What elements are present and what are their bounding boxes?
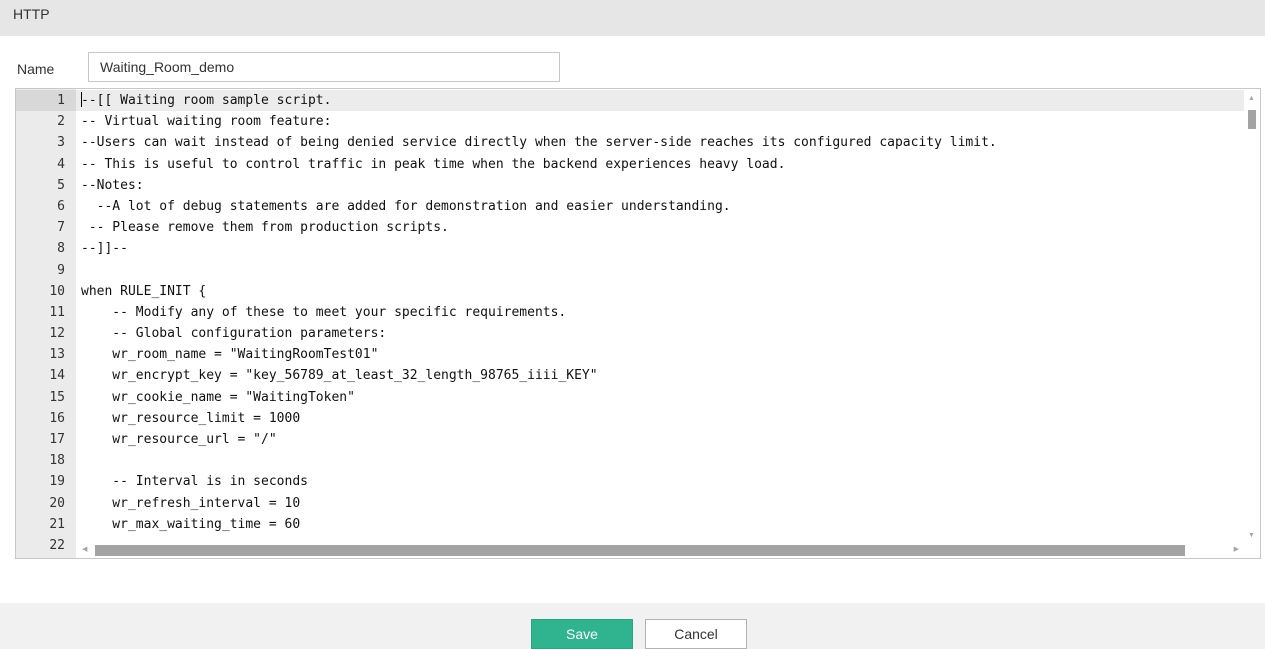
- horizontal-scrollbar[interactable]: ◀ ▶: [76, 542, 1245, 558]
- name-input[interactable]: [88, 52, 560, 82]
- code-line[interactable]: 20 wr_refresh_interval = 10: [16, 493, 1245, 514]
- line-number: 20: [49, 495, 65, 511]
- code-text[interactable]: -- This is useful to control traffic in …: [81, 154, 785, 175]
- code-line[interactable]: 13 wr_room_name = "WaitingRoomTest01": [16, 344, 1245, 365]
- code-line[interactable]: 4 -- This is useful to control traffic in…: [16, 154, 1245, 175]
- code-line-text: wr_room_name = "WaitingRoomTest01": [81, 347, 379, 363]
- vertical-scroll-thumb[interactable]: [1248, 110, 1256, 129]
- code-line[interactable]: 21 wr_max_waiting_time = 60: [16, 514, 1245, 535]
- line-number: 15: [49, 389, 65, 405]
- code-text[interactable]: wr_resource_limit = 1000: [81, 408, 300, 429]
- section-header: HTTP: [0, 0, 1265, 36]
- code-line[interactable]: 9: [16, 260, 1245, 281]
- line-number: 5: [57, 177, 65, 193]
- code-line[interactable]: 2 -- Virtual waiting room feature:: [16, 111, 1245, 132]
- code-line-text: wr_resource_limit = 1000: [81, 410, 301, 426]
- code-lines[interactable]: 1 --[[ Waiting room sample script. 2 -- Vir…: [16, 90, 1245, 556]
- caret-up-icon[interactable]: ▲: [1248, 95, 1255, 103]
- code-line[interactable]: 3 --Users can wait instead of being denie…: [16, 132, 1245, 153]
- code-line-text: -- This is useful to control traffic in …: [81, 156, 786, 172]
- line-number: 8: [57, 241, 65, 257]
- line-number: 10: [49, 283, 65, 299]
- code-text[interactable]: wr_cookie_name = "WaitingToken": [81, 387, 355, 408]
- line-number: 18: [49, 453, 65, 469]
- code-text[interactable]: wr_resource_url = "/": [81, 429, 277, 450]
- code-line[interactable]: 14 wr_encrypt_key = "key_56789_at_least_…: [16, 365, 1245, 386]
- code-line[interactable]: 16 wr_resource_limit = 1000: [16, 408, 1245, 429]
- code-line-text: --[[ Waiting room sample script.: [81, 93, 332, 108]
- code-line-text: --Users can wait instead of being denied…: [81, 135, 997, 151]
- code-text[interactable]: wr_room_name = "WaitingRoomTest01": [81, 344, 378, 365]
- code-line-text: wr_refresh_interval = 10: [81, 495, 301, 511]
- code-line[interactable]: 15 wr_cookie_name = "WaitingToken": [16, 387, 1245, 408]
- line-number: 13: [49, 347, 65, 363]
- code-line[interactable]: 11 -- Modify any of these to meet your s…: [16, 302, 1245, 323]
- code-line-text: wr_encrypt_key = "key_56789_at_least_32_…: [81, 368, 598, 384]
- cancel-button[interactable]: Cancel: [645, 619, 747, 649]
- code-text[interactable]: --]]--: [81, 238, 128, 259]
- code-line-text: --]]--: [81, 241, 128, 257]
- code-line-text: -- Global configuration parameters:: [81, 326, 387, 342]
- code-line-text: -- Modify any of these to meet your spec…: [81, 304, 567, 320]
- caret-left-icon[interactable]: ◀: [82, 546, 87, 554]
- code-line-text: -- Please remove them from production sc…: [81, 220, 449, 236]
- code-line[interactable]: 7 -- Please remove them from production …: [16, 217, 1245, 238]
- code-text[interactable]: --[[ Waiting room sample script.: [81, 90, 331, 111]
- code-line[interactable]: 19 -- Interval is in seconds: [16, 471, 1245, 492]
- code-line-text: --A lot of debug statements are added fo…: [81, 198, 731, 214]
- horizontal-scroll-thumb[interactable]: [95, 545, 1185, 556]
- code-line[interactable]: 8 --]]--: [16, 238, 1245, 259]
- save-button[interactable]: Save: [531, 619, 633, 649]
- code-line[interactable]: 6 --A lot of debug statements are added …: [16, 196, 1245, 217]
- line-number: 4: [57, 156, 65, 172]
- code-line-text: when RULE_INIT {: [81, 283, 207, 299]
- caret-right-icon[interactable]: ▶: [1234, 546, 1239, 554]
- section-title: HTTP: [13, 6, 50, 22]
- code-text[interactable]: -- Please remove them from production sc…: [81, 217, 449, 238]
- code-line[interactable]: 1 --[[ Waiting room sample script.: [16, 90, 1245, 112]
- code-text[interactable]: -- Virtual waiting room feature:: [81, 111, 331, 132]
- code-line[interactable]: 17 wr_resource_url = "/": [16, 429, 1245, 450]
- line-number: 19: [49, 474, 65, 490]
- line-number: 3: [57, 135, 65, 151]
- line-number: 22: [49, 537, 65, 553]
- code-line-text: wr_cookie_name = "WaitingToken": [81, 389, 355, 405]
- line-number: 1: [16, 90, 76, 112]
- vertical-scrollbar[interactable]: ▲ ▼: [1244, 89, 1260, 544]
- code-text[interactable]: -- Interval is in seconds: [81, 471, 308, 492]
- code-text[interactable]: --Users can wait instead of being denied…: [81, 132, 997, 153]
- script-editor[interactable]: 1 --[[ Waiting room sample script. 2 -- Vir…: [15, 88, 1261, 559]
- code-line-text: wr_resource_url = "/": [81, 432, 277, 447]
- code-text[interactable]: wr_refresh_interval = 10: [81, 493, 300, 514]
- code-line[interactable]: 12 -- Global configuration parameters:: [16, 323, 1245, 344]
- caret-down-icon[interactable]: ▼: [1248, 532, 1255, 540]
- code-text[interactable]: --Notes:: [81, 175, 144, 196]
- code-text[interactable]: wr_encrypt_key = "key_56789_at_least_32_…: [81, 365, 598, 386]
- code-text[interactable]: -- Modify any of these to meet your spec…: [81, 302, 566, 323]
- line-number: 16: [49, 410, 65, 426]
- code-text[interactable]: when RULE_INIT {: [81, 281, 206, 302]
- code-text[interactable]: -- Global configuration parameters:: [81, 323, 386, 344]
- code-line-text: wr_max_waiting_time = 60: [81, 516, 301, 532]
- line-number: 21: [49, 516, 65, 532]
- line-number: 2: [57, 114, 65, 130]
- line-number: 9: [57, 262, 65, 278]
- line-number: 17: [49, 432, 65, 447]
- code-line-text: -- Virtual waiting room feature:: [81, 114, 332, 130]
- name-label: Name: [17, 61, 55, 77]
- code-text[interactable]: wr_max_waiting_time = 60: [81, 514, 300, 535]
- code-line[interactable]: 18: [16, 450, 1245, 471]
- code-line-text: -- Interval is in seconds: [81, 474, 308, 490]
- line-number: 7: [57, 220, 65, 236]
- line-number: 11: [49, 304, 65, 320]
- line-number: 6: [57, 198, 65, 214]
- line-number: 12: [49, 326, 65, 342]
- line-number: 14: [49, 368, 65, 384]
- code-text[interactable]: --A lot of debug statements are added fo…: [81, 196, 731, 217]
- code-line[interactable]: 5 --Notes:: [16, 175, 1245, 196]
- code-line-text: --Notes:: [81, 177, 144, 193]
- code-line[interactable]: 10 when RULE_INIT {: [16, 281, 1245, 302]
